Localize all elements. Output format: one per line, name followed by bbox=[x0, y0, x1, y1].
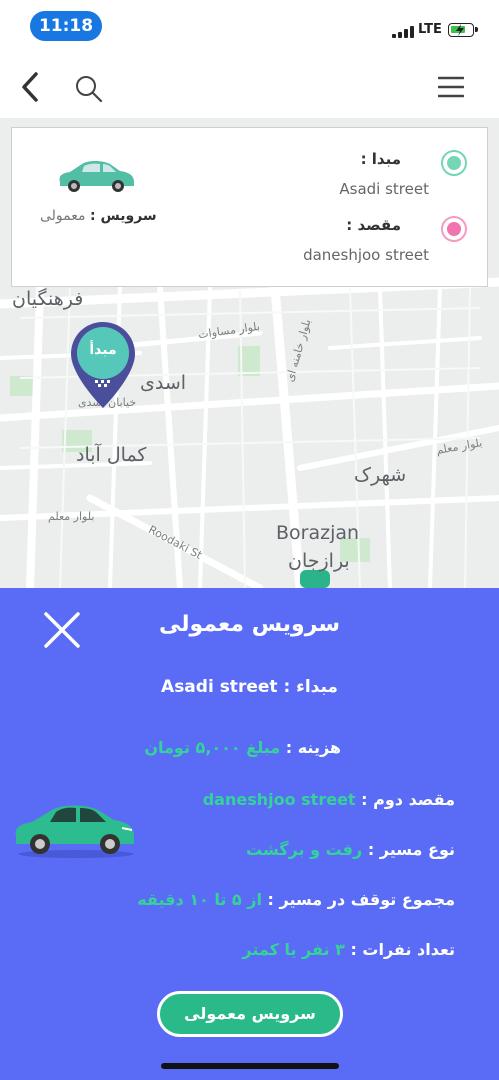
search-icon[interactable] bbox=[74, 74, 104, 104]
network-type: LTE bbox=[418, 22, 442, 37]
map-label-borazjan-en: Borazjan bbox=[276, 522, 360, 544]
map-label-farhangian: فرهنگیان bbox=[12, 288, 84, 310]
sheet-title: سرویس معمولی bbox=[158, 612, 341, 637]
cost-row: هزینه : مبلغ ۵,۰۰۰ تومان bbox=[144, 738, 341, 757]
destination-label: مقصد : bbox=[346, 216, 401, 234]
sheet-origin-value: Asadi street bbox=[161, 677, 278, 697]
signal-icon bbox=[392, 26, 414, 38]
origin-value: Asadi street bbox=[339, 180, 429, 198]
origin-pin-label: مبدأ bbox=[89, 342, 117, 358]
service-details-sheet: سرویس معمولی مبداء : Asadi street هزینه … bbox=[0, 588, 499, 1080]
second-destination-label: مقصد دوم : bbox=[361, 790, 455, 809]
passengers-value: ۳ نفر یا کمتر bbox=[242, 940, 345, 959]
second-destination-value: daneshjoo street bbox=[202, 790, 356, 809]
route-card: سرویس : معمولی مبدا : Asadi street مقصد … bbox=[11, 127, 488, 287]
car-icon bbox=[59, 161, 134, 192]
normal-service-button[interactable]: سرویس معمولی bbox=[157, 991, 343, 1037]
cost-label: هزینه : bbox=[285, 738, 341, 757]
destination-value: daneshjoo street bbox=[303, 246, 429, 264]
battery-icon bbox=[448, 23, 478, 37]
status-bar: 11:18 LTE bbox=[0, 0, 499, 56]
app-header bbox=[0, 56, 499, 118]
sheet-origin-label: مبداء : bbox=[283, 677, 338, 697]
map-label-kamal-abad: کمال آباد bbox=[76, 444, 147, 466]
hamburger-icon[interactable] bbox=[438, 76, 464, 98]
map-label-blvd-moallem-left: بلوار معلم bbox=[48, 510, 95, 523]
map-label-asadi: اسدی bbox=[140, 372, 187, 394]
stop-time-row: مجموع توقف در مسیر : از ۵ تا ۱۰ دقیقه bbox=[137, 890, 455, 909]
status-time: 11:18 bbox=[30, 11, 102, 41]
destination-dot-icon bbox=[441, 216, 467, 242]
stop-time-value: از ۵ تا ۱۰ دقیقه bbox=[137, 890, 262, 909]
passengers-label: تعداد نفرات : bbox=[350, 940, 455, 959]
map-label-shahrak: شهرک bbox=[354, 464, 407, 486]
sheet-origin: مبداء : Asadi street bbox=[0, 677, 499, 697]
route-type-row: نوع مسیر : رفت و برگشت bbox=[246, 840, 455, 859]
car-illustration-icon bbox=[15, 805, 134, 858]
route-type-label: نوع مسیر : bbox=[367, 840, 455, 859]
origin-dot-icon bbox=[441, 150, 467, 176]
route-type-value: رفت و برگشت bbox=[246, 840, 363, 859]
stop-time-label: مجموع توقف در مسیر : bbox=[267, 890, 455, 909]
service-type: سرویس : معمولی bbox=[40, 208, 157, 224]
map-label-borazjan-fa: برازجان bbox=[288, 550, 350, 572]
service-value: معمولی bbox=[40, 208, 86, 224]
second-destination-row: مقصد دوم : daneshjoo street bbox=[203, 790, 455, 809]
home-indicator bbox=[161, 1063, 339, 1069]
chevron-left-icon[interactable] bbox=[18, 70, 42, 104]
passengers-row: تعداد نفرات : ۳ نفر یا کمتر bbox=[242, 940, 455, 959]
cost-value: مبلغ ۵,۰۰۰ تومان bbox=[144, 738, 281, 757]
origin-pin-icon[interactable] bbox=[69, 320, 137, 412]
service-label: سرویس : bbox=[89, 208, 157, 224]
origin-label: مبدا : bbox=[360, 150, 401, 168]
